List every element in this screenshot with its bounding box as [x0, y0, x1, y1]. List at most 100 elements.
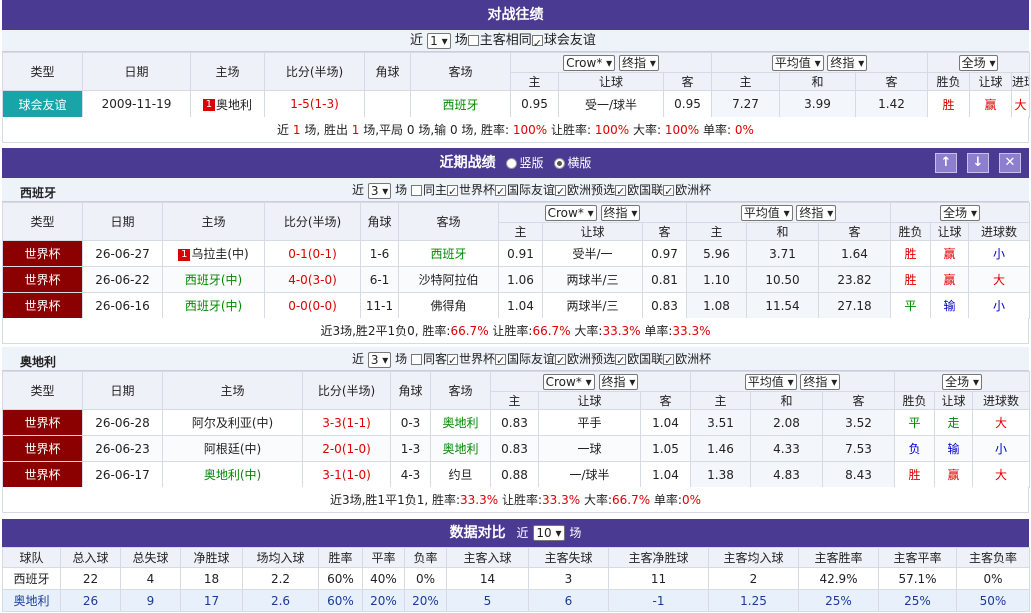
home-team[interactable]: 1 奥地利	[190, 90, 265, 118]
full-select[interactable]: 全场 ▾	[942, 373, 982, 390]
match-score[interactable]: 0-0(0-0)	[264, 292, 361, 319]
stat-cell: 5	[446, 589, 529, 612]
col-hl: 让球	[934, 391, 974, 410]
spain-filter-checkbox[interactable]	[555, 183, 567, 201]
odds-line: 平手	[538, 409, 641, 436]
match-score[interactable]: 3-1(1-0)	[302, 461, 391, 488]
stat-cell: 2.2	[242, 567, 319, 590]
final2-select[interactable]: 终指 ▾	[827, 54, 868, 71]
rank-badge: 1	[178, 248, 191, 261]
compare-count-select[interactable]: 10 ▾	[533, 525, 565, 541]
col-score: 比分(半场)	[264, 202, 361, 241]
euro-draw: 4.33	[750, 435, 823, 462]
col-date: 日期	[82, 202, 163, 241]
home-team[interactable]: 奥地利(中)	[162, 461, 303, 488]
col-away: 客场	[430, 371, 491, 410]
home-team[interactable]: 西班牙(中)	[162, 266, 265, 293]
odds-selects: Crow* ▾ 终指 ▾	[490, 371, 691, 392]
home-team[interactable]: 西班牙(中)	[162, 292, 265, 319]
full-select[interactable]: 全场 ▾	[940, 204, 980, 221]
avg-select[interactable]: 平均值 ▾	[744, 373, 797, 390]
match-score[interactable]: 4-0(3-0)	[264, 266, 361, 293]
col-o1: 主	[510, 72, 559, 91]
match-score[interactable]: 1-5(1-3)	[264, 90, 365, 118]
away-team[interactable]: 约旦	[430, 461, 491, 488]
crow-select[interactable]: Crow* ▾	[563, 54, 616, 71]
vertical-radio[interactable]	[506, 157, 518, 169]
spain-count-select[interactable]: 3 ▾	[367, 182, 392, 199]
home-team[interactable]: 1 乌拉圭(中)	[162, 240, 265, 267]
stat-cell: 2	[708, 567, 799, 590]
col-e2: 和	[746, 222, 819, 241]
result-wl: 胜	[890, 266, 932, 293]
austria-filter-bar: 奥地利 近 3 ▾ 场 同客世界杯国际友谊欧洲预选欧国联欧洲杯	[2, 347, 1029, 371]
host-same-checkbox[interactable]	[467, 35, 479, 46]
austria-filter-checkbox[interactable]	[447, 352, 459, 370]
h2h-summary: 近 1 场, 胜出 1 场,平局 0 场,输 0 场, 胜率: 100% 让胜率…	[2, 117, 1029, 143]
league-badge[interactable]: 世界杯	[2, 266, 83, 293]
spain-filter-checkbox[interactable]	[495, 183, 507, 201]
friendly-checkbox[interactable]	[531, 33, 543, 55]
horizontal-label: 横版	[567, 156, 592, 170]
league-badge[interactable]: 世界杯	[2, 409, 83, 436]
match-score[interactable]: 0-1(0-1)	[264, 240, 361, 267]
home-team[interactable]: 阿尔及利亚(中)	[162, 409, 303, 436]
spain-filter-checkbox[interactable]	[447, 183, 459, 201]
col-away: 客场	[398, 202, 499, 241]
col-o2: 客	[642, 222, 687, 241]
away-team[interactable]: 沙特阿拉伯	[398, 266, 499, 293]
spain-filter-checkbox[interactable]	[663, 183, 675, 201]
avg-select[interactable]: 平均值 ▾	[771, 54, 824, 71]
stat-cell: 9	[120, 589, 181, 612]
spain-filter-checkbox[interactable]	[615, 183, 627, 201]
close-icon[interactable]: ✕	[999, 153, 1021, 173]
col-date: 日期	[82, 52, 191, 91]
avg-select[interactable]: 平均值 ▾	[740, 204, 793, 221]
down-arrow-icon[interactable]: ↓	[967, 153, 989, 173]
league-badge[interactable]: 世界杯	[2, 292, 83, 319]
austria-filter-checkbox[interactable]	[555, 352, 567, 370]
league-badge[interactable]: 世界杯	[2, 240, 83, 267]
final-select[interactable]: 终指 ▾	[600, 204, 641, 221]
stat-cell: 17	[180, 589, 243, 612]
austria-summary: 近3场,胜1平1负1, 胜率:33.3% 让胜率:33.3% 大率:66.7% …	[2, 487, 1029, 513]
final2-select[interactable]: 终指 ▾	[800, 373, 841, 390]
full-select-cell: 全场 ▾	[890, 202, 1031, 223]
h2h-count-select[interactable]: 1 ▾	[427, 32, 451, 49]
home-team[interactable]: 阿根廷(中)	[162, 435, 303, 462]
result-hl: 赢	[969, 90, 1013, 118]
away-team[interactable]: 奥地利	[430, 435, 491, 462]
away-team[interactable]: 西班牙	[398, 240, 499, 267]
vertical-label: 竖版	[519, 156, 544, 170]
league-badge[interactable]: 世界杯	[2, 435, 83, 462]
austria-same-checkbox[interactable]	[411, 354, 422, 365]
spain-same-checkbox[interactable]	[411, 185, 422, 196]
austria-filter-checkbox[interactable]	[663, 352, 675, 370]
table-row: 奥地利 26 9 17 2.6 60% 20% 20% 5 6 -1 1.25 25% 25% 50%	[2, 589, 1030, 612]
euro-away: 1.64	[817, 240, 892, 267]
match-score[interactable]: 2-0(1-0)	[302, 435, 391, 462]
austria-count-select[interactable]: 3 ▾	[367, 351, 392, 368]
horizontal-radio[interactable]	[554, 157, 566, 169]
away-team[interactable]: 奥地利	[430, 409, 491, 436]
euro-home: 1.10	[686, 266, 747, 293]
final-select[interactable]: 终指 ▾	[619, 54, 659, 71]
austria-filter-checkbox[interactable]	[615, 352, 627, 370]
away-team[interactable]: 佛得角	[398, 292, 499, 319]
league-badge[interactable]: 球会友谊	[2, 90, 83, 118]
rank-badge: 1	[202, 99, 215, 111]
austria-filter-checkbox[interactable]	[495, 352, 507, 370]
col-ha-goals-against: 主客失球	[528, 547, 609, 568]
h2h-controls: 近 1 ▾ 场主客相同球会友谊	[2, 30, 1029, 55]
crow-select[interactable]: Crow* ▾	[544, 204, 597, 221]
final-select[interactable]: 终指 ▾	[598, 373, 639, 390]
result-wl: 胜	[890, 240, 932, 267]
crow-select[interactable]: Crow* ▾	[542, 373, 595, 390]
full-select[interactable]: 全场 ▾	[958, 54, 999, 71]
euro-draw: 2.08	[750, 409, 823, 436]
league-badge[interactable]: 世界杯	[2, 461, 83, 488]
final2-select[interactable]: 终指 ▾	[796, 204, 837, 221]
up-arrow-icon[interactable]: ↑	[935, 153, 957, 173]
away-team[interactable]: 西班牙	[410, 90, 511, 118]
match-score[interactable]: 3-3(1-1)	[302, 409, 391, 436]
